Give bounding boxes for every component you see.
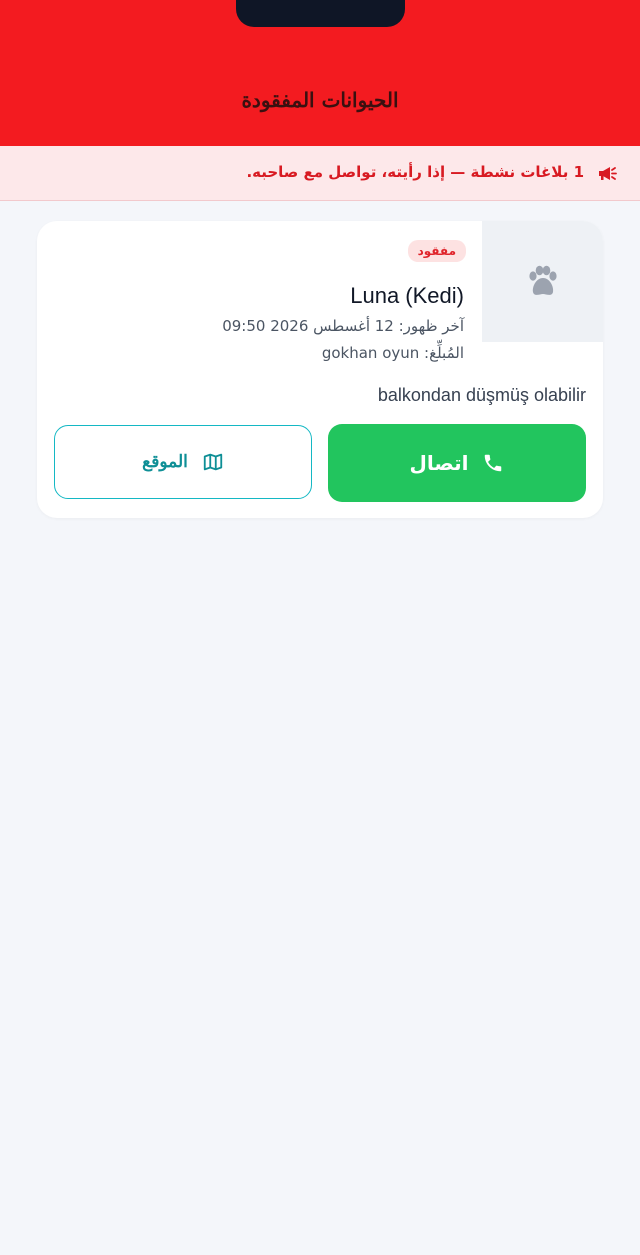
reporter-text: المُبلِّغ: gokhan oyun	[321, 344, 464, 362]
pet-thumbnail	[482, 221, 603, 342]
device-notch	[236, 0, 405, 27]
last-seen-text: آخر ظهور: 12 أغسطس 2026 09:50	[222, 317, 464, 335]
app-header: الحيوانات المفقودة	[0, 0, 640, 146]
phone-icon	[482, 452, 504, 474]
paw-icon	[524, 263, 562, 301]
pet-description: balkondan düşmüş olabilir	[377, 385, 586, 405]
page-title: الحيوانات المفقودة	[241, 88, 399, 112]
lost-pet-card[interactable]: مفقود Luna (Kedi) آخر ظهور: 12 أغسطس 202…	[37, 221, 603, 518]
pet-name: Luna (Kedi)	[350, 283, 464, 308]
megaphone-icon	[596, 162, 618, 184]
banner-text: 1 بلاغات نشطة — إذا رأيته، تواصل مع صاحب…	[246, 163, 584, 181]
active-reports-banner: 1 بلاغات نشطة — إذا رأيته، تواصل مع صاحب…	[0, 146, 640, 201]
location-button-label: الموقع	[142, 452, 188, 472]
call-button[interactable]: اتصال	[328, 424, 586, 502]
location-button[interactable]: الموقع	[54, 425, 312, 499]
map-icon	[202, 451, 224, 473]
call-button-label: اتصال	[409, 451, 469, 475]
status-badge: مفقود	[407, 240, 466, 262]
